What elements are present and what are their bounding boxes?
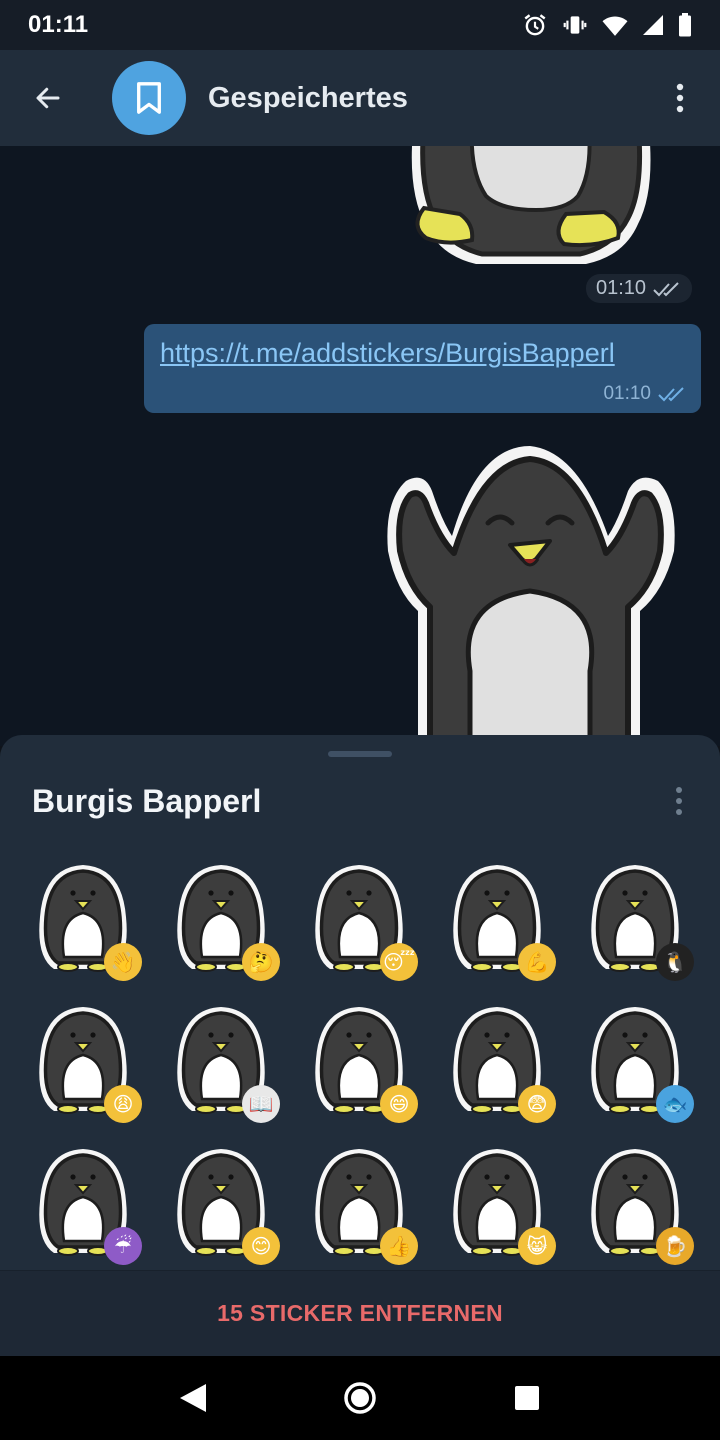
status-icons [522, 12, 692, 38]
system-nav-bar [0, 1356, 720, 1440]
sticker-item[interactable]: 🤔 [152, 847, 290, 989]
message-time-pill: 01:10 [586, 274, 693, 303]
wifi-icon [602, 16, 628, 36]
sticker-item[interactable]: 😨 [428, 989, 566, 1131]
alarm-icon [524, 14, 546, 36]
sticker-item[interactable]: 🐧 [566, 847, 704, 989]
sticker-pack-title: Burgis Bapperl [32, 783, 262, 819]
vibrate-icon [563, 16, 587, 34]
nav-recents-button[interactable] [497, 1368, 557, 1428]
sticker-item[interactable]: 😄 [290, 989, 428, 1131]
nav-back-button[interactable] [163, 1368, 223, 1428]
sticker-item[interactable]: 🍺 [566, 1131, 704, 1273]
sticker-pack-sheet: Burgis Bapperl 👋 🤔 😴 💪 🐧 😩 📖 😄 😨 🐟 ☔ 😊 👍 😸 🍺 15 STICKE… [0, 735, 720, 1356]
sticker-grid: 👋 🤔 😴 💪 🐧 😩 📖 😄 😨 🐟 ☔ 😊 👍 😸 🍺 [14, 847, 706, 1267]
sticker-item[interactable]: 📖 [152, 989, 290, 1131]
message-meta: 01:10 [603, 383, 687, 405]
nav-home-icon [344, 1382, 376, 1414]
more-vertical-icon [676, 787, 682, 815]
message-time: 01:10 [603, 383, 651, 404]
battery-icon [679, 13, 691, 37]
sticker-emoji-badge: 😸 [518, 1227, 556, 1265]
message-time: 01:10 [596, 277, 647, 299]
sticker-item[interactable]: 😩 [14, 989, 152, 1131]
sticker-emoji-badge: 🍺 [656, 1227, 694, 1265]
chat-title[interactable]: Gespeichertes [208, 82, 408, 115]
sticker-emoji-badge: 👍 [380, 1227, 418, 1265]
status-time: 01:11 [28, 11, 89, 38]
sticker-emoji-badge: 🐧 [656, 943, 694, 981]
chat-area[interactable]: 01:10 https://t.me/addstickers/BurgisBap… [0, 146, 720, 746]
sticker-item[interactable]: 👋 [14, 847, 152, 989]
back-button[interactable] [0, 50, 96, 146]
chat-header: Gespeichertes [0, 50, 720, 146]
sticker-emoji-badge: 🤔 [242, 943, 280, 981]
sticker-item[interactable]: 👍 [290, 1131, 428, 1273]
sticker-item[interactable]: 😸 [428, 1131, 566, 1273]
sticker-emoji-badge: ☔ [104, 1227, 142, 1265]
sticker-message[interactable] [396, 146, 666, 286]
sticker-emoji-badge: 😨 [518, 1085, 556, 1123]
sticker-emoji-badge: 💪 [518, 943, 556, 981]
arrow-back-icon [36, 87, 60, 109]
message-bubble[interactable]: https://t.me/addstickers/BurgisBapperl 0… [144, 324, 701, 413]
signal-icon [643, 15, 663, 35]
more-vertical-icon [676, 83, 684, 113]
double-check-icon [658, 387, 684, 402]
sticker-pack-menu-button[interactable] [664, 781, 694, 821]
sticker-emoji-badge: 😩 [104, 1085, 142, 1123]
bookmark-icon [137, 82, 161, 114]
sheet-footer: 15 STICKER ENTFERNEN [0, 1270, 720, 1356]
avatar[interactable] [112, 61, 186, 135]
header-menu-button[interactable] [640, 50, 720, 146]
status-bar: 01:11 [0, 0, 720, 50]
sticker-link[interactable]: https://t.me/addstickers/BurgisBapperl [160, 338, 685, 369]
sticker-emoji-badge: 👋 [104, 943, 142, 981]
sticker-item[interactable]: 🐟 [566, 989, 704, 1131]
nav-recents-icon [514, 1386, 539, 1410]
sheet-drag-handle[interactable] [328, 751, 392, 757]
sticker-emoji-badge: 😊 [242, 1227, 280, 1265]
sticker-emoji-badge: 😄 [380, 1085, 418, 1123]
nav-back-icon [180, 1384, 207, 1412]
remove-stickers-button[interactable]: 15 STICKER ENTFERNEN [217, 1300, 503, 1327]
sticker-emoji-badge: 📖 [242, 1085, 280, 1123]
sticker-message[interactable] [378, 441, 680, 746]
sticker-item[interactable]: 😊 [152, 1131, 290, 1273]
sticker-item[interactable]: ☔ [14, 1131, 152, 1273]
nav-home-button[interactable] [330, 1368, 390, 1428]
sticker-item[interactable]: 😴 [290, 847, 428, 989]
sticker-emoji-badge: 😴 [380, 943, 418, 981]
sticker-emoji-badge: 🐟 [656, 1085, 694, 1123]
double-check-icon [653, 281, 679, 296]
sticker-item[interactable]: 💪 [428, 847, 566, 989]
